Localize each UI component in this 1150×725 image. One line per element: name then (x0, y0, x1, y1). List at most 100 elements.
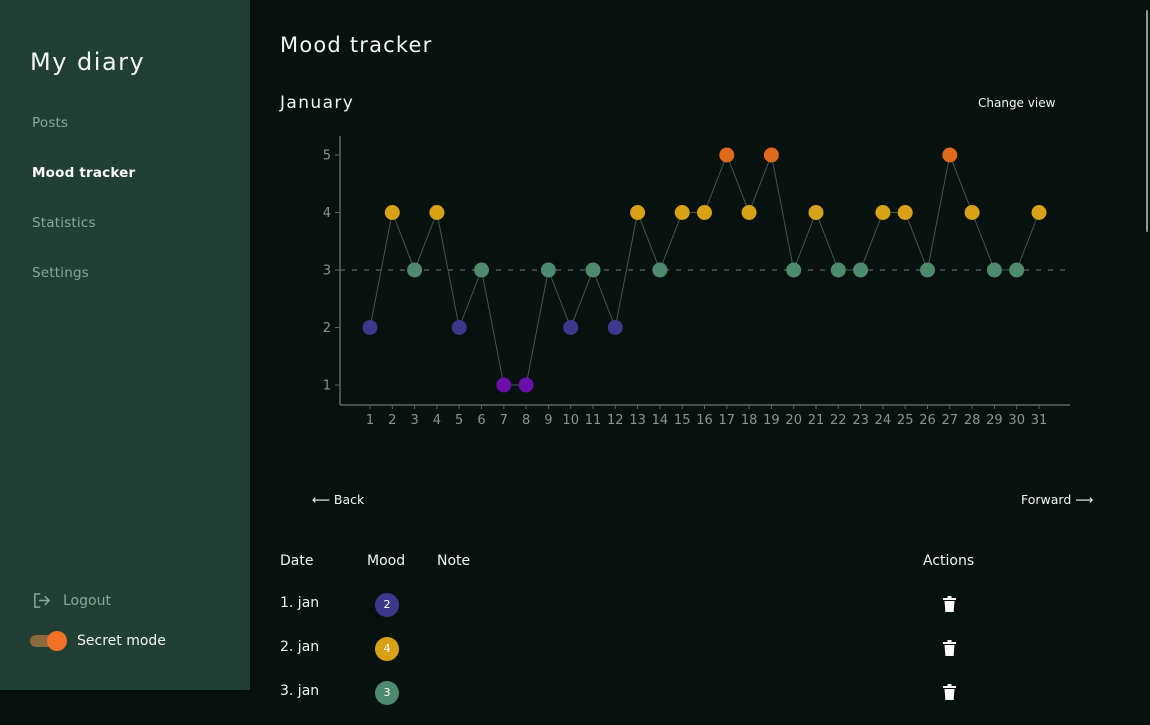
x-tick-label: 2 (388, 413, 396, 428)
mood-point (697, 205, 712, 220)
x-tick-label: 20 (785, 413, 802, 428)
mood-point (429, 205, 445, 220)
delete-button[interactable] (943, 640, 956, 660)
sidebar-item-settings[interactable]: Settings (32, 265, 89, 281)
table-row: 2. jan 4 (250, 637, 1150, 681)
x-tick-label: 31 (1031, 413, 1048, 428)
app-title: My diary (30, 48, 146, 76)
mood-point (563, 320, 579, 335)
mood-point (607, 320, 623, 335)
toggle-knob (47, 631, 67, 651)
x-tick-label: 12 (607, 413, 624, 428)
row-date: 2. jan (280, 639, 320, 655)
back-button[interactable]: ⟵ Back (312, 492, 364, 507)
x-tick-label: 14 (652, 413, 669, 428)
scrollbar[interactable] (1146, 10, 1148, 232)
table-row: 3. jan 3 (250, 681, 1150, 725)
x-tick-label: 16 (696, 413, 713, 428)
mood-point (362, 320, 378, 335)
row-date: 3. jan (280, 683, 320, 699)
x-tick-label: 22 (830, 413, 847, 428)
x-tick-label: 29 (986, 413, 1003, 428)
mood-point (897, 205, 913, 220)
mood-point (585, 262, 601, 278)
x-tick-label: 24 (875, 413, 892, 428)
mood-point (1009, 262, 1025, 278)
x-tick-label: 15 (674, 413, 691, 428)
x-tick-label: 27 (942, 413, 959, 428)
sidebar: My diary Posts Mood tracker Statistics S… (0, 0, 250, 690)
x-tick-label: 1 (366, 413, 374, 428)
forward-button[interactable]: Forward ⟶ (1021, 492, 1093, 507)
x-tick-label: 19 (763, 413, 780, 428)
delete-button[interactable] (943, 596, 956, 616)
y-tick-label: 2 (323, 321, 331, 336)
mood-point (763, 147, 779, 163)
y-tick-label: 3 (323, 264, 331, 279)
trash-icon (943, 596, 956, 612)
column-header-mood: Mood (367, 553, 406, 569)
secret-mode: Secret mode (30, 630, 166, 652)
mood-badge: 3 (375, 681, 399, 705)
mood-point (518, 377, 534, 393)
y-tick-label: 4 (323, 206, 331, 221)
x-tick-label: 26 (919, 413, 936, 428)
x-tick-label: 30 (1008, 413, 1025, 428)
mood-point (630, 205, 646, 220)
mood-point (407, 262, 423, 278)
column-header-actions: Actions (923, 553, 975, 569)
x-tick-label: 17 (719, 413, 736, 428)
column-header-note: Note (437, 553, 471, 569)
trash-icon (943, 684, 956, 700)
main-content: Mood tracker January Change view 1234512… (250, 0, 1150, 705)
x-tick-label: 13 (629, 413, 646, 428)
mood-point (875, 205, 891, 220)
y-tick-label: 1 (323, 379, 331, 394)
mood-point (741, 205, 757, 220)
secret-mode-toggle[interactable] (30, 630, 68, 652)
logout-label: Logout (63, 592, 111, 609)
mood-point (719, 147, 735, 163)
row-date: 1. jan (280, 595, 320, 611)
x-tick-label: 11 (585, 413, 602, 428)
trash-icon (943, 640, 956, 656)
mood-point (474, 262, 489, 278)
x-tick-label: 6 (477, 413, 485, 428)
x-tick-label: 7 (500, 413, 508, 428)
table-row: 1. jan 2 (250, 593, 1150, 637)
mood-chart: 123451 2 3 4 5 6 7 8 9 10 11 12 13 14 15 16 17 18 19 20 21 22… (323, 136, 1070, 428)
mood-badge: 2 (375, 593, 399, 617)
sidebar-item-mood-tracker[interactable]: Mood tracker (32, 165, 135, 181)
mood-point (942, 147, 958, 163)
mood-point (830, 262, 846, 278)
x-tick-label: 21 (808, 413, 825, 428)
mood-point (853, 262, 869, 278)
mood-point (808, 205, 824, 220)
x-tick-label: 4 (433, 413, 441, 428)
mood-point (451, 320, 467, 335)
x-tick-label: 25 (897, 413, 914, 428)
sidebar-item-statistics[interactable]: Statistics (32, 215, 96, 231)
y-tick-label: 5 (323, 149, 331, 164)
x-tick-label: 5 (455, 413, 463, 428)
secret-mode-label: Secret mode (77, 633, 166, 649)
mood-point (384, 205, 400, 220)
mood-point (652, 262, 668, 278)
mood-point (920, 262, 935, 278)
column-header-date: Date (280, 553, 314, 569)
mood-point (964, 205, 980, 220)
sidebar-item-posts[interactable]: Posts (32, 115, 68, 131)
logout-button[interactable]: Logout (32, 591, 111, 610)
x-tick-label: 8 (522, 413, 530, 428)
x-tick-label: 10 (562, 413, 579, 428)
x-tick-label: 18 (741, 413, 758, 428)
x-tick-label: 28 (964, 413, 981, 428)
x-tick-label: 9 (544, 413, 552, 428)
logout-icon (34, 593, 50, 608)
mood-point (674, 205, 690, 220)
mood-point (496, 377, 512, 393)
mood-badge: 4 (375, 637, 399, 661)
delete-button[interactable] (943, 684, 956, 704)
mood-point (986, 262, 1002, 278)
x-tick-label: 23 (852, 413, 869, 428)
